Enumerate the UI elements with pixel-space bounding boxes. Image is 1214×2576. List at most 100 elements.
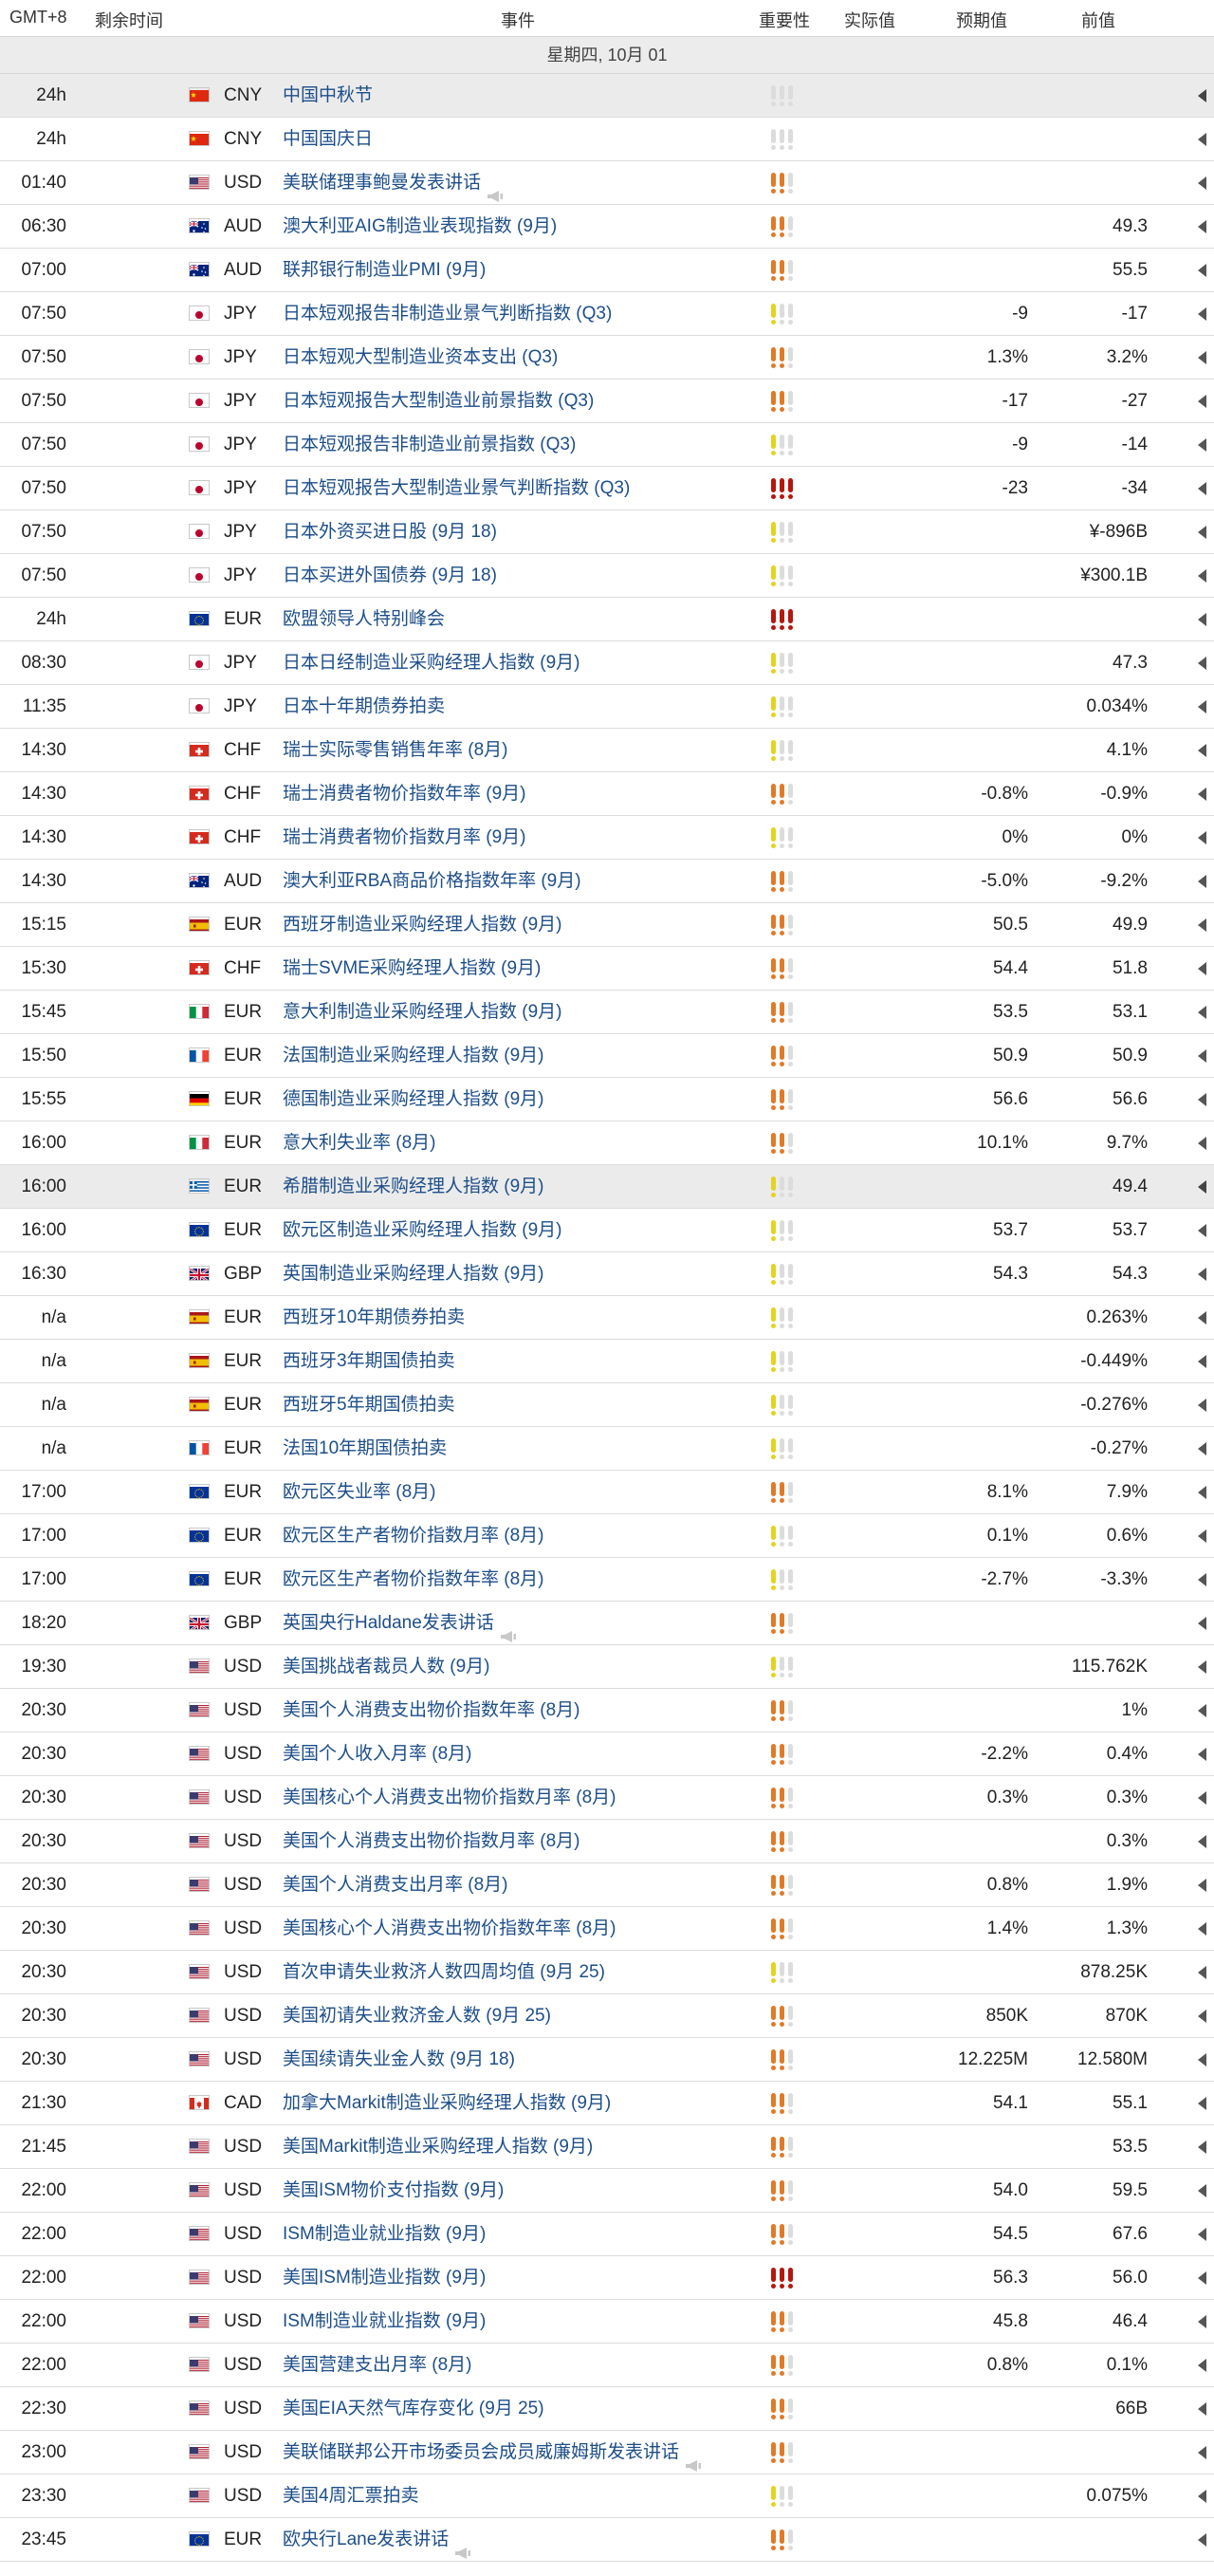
event-name-link[interactable]: ISM制造业就业指数 (9月) xyxy=(283,2300,486,2343)
event-name-link[interactable]: 欧盟领导人特别峰会 xyxy=(283,598,445,640)
event-name-link[interactable]: 意大利制造业采购经理人指数 (9月) xyxy=(283,991,562,1033)
event-name-link[interactable]: 美国个人收入月率 (8月) xyxy=(283,1733,472,1775)
expand-arrow-icon[interactable] xyxy=(1198,2533,1206,2547)
event-name-link[interactable]: 意大利失业率 (8月) xyxy=(283,1121,436,1164)
event-row[interactable]: 16:00EUR欧元区制造业采购经理人指数 (9月)53.753.7 xyxy=(0,1209,1214,1252)
event-name-link[interactable]: 中国国庆日 xyxy=(283,118,373,160)
expand-arrow-icon[interactable] xyxy=(1198,613,1206,626)
event-name-link[interactable]: 美国个人消费支出月率 (8月) xyxy=(283,1863,508,1906)
expand-arrow-icon[interactable] xyxy=(1198,875,1206,888)
event-row[interactable]: n/aEUR西班牙10年期债券拍卖0.263% xyxy=(0,1296,1214,1340)
event-name-link[interactable]: 日本短观报告非制造业景气判断指数 (Q3) xyxy=(283,292,612,335)
event-row[interactable]: 07:50JPY日本外资买进日股 (9月 18)¥-896B xyxy=(0,510,1214,554)
event-row[interactable]: 20:30USD美国个人消费支出月率 (8月)0.8%1.9% xyxy=(0,1863,1214,1907)
event-row[interactable]: 07:50JPY日本短观大型制造业资本支出 (Q3)1.3%3.2% xyxy=(0,336,1214,380)
event-row[interactable]: 22:00USDISM制造业就业指数 (9月)45.846.4 xyxy=(0,2300,1214,2344)
expand-arrow-icon[interactable] xyxy=(1198,1006,1206,1019)
event-name-link[interactable]: 西班牙制造业采购经理人指数 (9月) xyxy=(283,903,562,946)
event-name-link[interactable]: 日本日经制造业采购经理人指数 (9月) xyxy=(283,641,580,684)
event-name-link[interactable]: 加拿大Markit制造业采购经理人指数 (9月) xyxy=(283,2082,611,2124)
event-row[interactable]: 14:30AUD澳大利亚RBA商品价格指数年率 (9月)-5.0%-9.2% xyxy=(0,860,1214,903)
event-row[interactable]: 22:30USD美国EIA天然气库存变化 (9月 25)66B xyxy=(0,2387,1214,2431)
event-name-link[interactable]: 美国ISM制造业指数 (9月) xyxy=(283,2256,486,2299)
event-name-link[interactable]: 欧元区制造业采购经理人指数 (9月) xyxy=(283,1209,562,1251)
event-name-link[interactable]: 瑞士消费者物价指数月率 (9月) xyxy=(283,816,526,859)
event-name-link[interactable]: 日本短观报告非制造业前景指数 (Q3) xyxy=(283,423,576,466)
event-row[interactable]: 07:50JPY日本短观报告非制造业前景指数 (Q3)-9-14 xyxy=(0,423,1214,467)
event-row[interactable]: 17:00EUR欧元区生产者物价指数月率 (8月)0.1%0.6% xyxy=(0,1514,1214,1558)
event-name-link[interactable]: 日本短观大型制造业资本支出 (Q3) xyxy=(283,336,558,379)
expand-arrow-icon[interactable] xyxy=(1198,2010,1206,2023)
event-name-link[interactable]: 日本短观报告大型制造业前景指数 (Q3) xyxy=(283,380,594,422)
event-row[interactable]: 19:30USD美国挑战者裁员人数 (9月)115.762K xyxy=(0,1645,1214,1689)
event-row[interactable]: 20:30USD美国核心个人消费支出物价指数年率 (8月)1.4%1.3% xyxy=(0,1907,1214,1951)
event-row[interactable]: 15:50EUR法国制造业采购经理人指数 (9月)50.950.9 xyxy=(0,1034,1214,1078)
expand-arrow-icon[interactable] xyxy=(1198,657,1206,670)
event-name-link[interactable]: 欧元区失业率 (8月) xyxy=(283,1471,436,1513)
event-row[interactable]: 23:00USD美联储联邦公开市场委员会成员威廉姆斯发表讲话 xyxy=(0,2431,1214,2474)
event-name-link[interactable]: 西班牙10年期债券拍卖 xyxy=(283,1296,465,1339)
event-name-link[interactable]: 美国4周汇票拍卖 xyxy=(283,2474,419,2517)
expand-arrow-icon[interactable] xyxy=(1198,1268,1206,1281)
event-row[interactable]: 22:00USD美国ISM物价支付指数 (9月)54.059.5 xyxy=(0,2169,1214,2213)
expand-arrow-icon[interactable] xyxy=(1198,962,1206,975)
event-name-link[interactable]: 美国个人消费支出物价指数月率 (8月) xyxy=(283,1820,580,1863)
event-name-link[interactable]: 美国Markit制造业采购经理人指数 (9月) xyxy=(283,2125,593,2168)
expand-arrow-icon[interactable] xyxy=(1198,133,1206,146)
expand-arrow-icon[interactable] xyxy=(1198,2402,1206,2416)
event-row[interactable]: 14:30CHF瑞士消费者物价指数月率 (9月)0%0% xyxy=(0,816,1214,860)
expand-arrow-icon[interactable] xyxy=(1198,1966,1206,1979)
event-name-link[interactable]: 日本短观报告大型制造业景气判断指数 (Q3) xyxy=(283,467,630,510)
expand-arrow-icon[interactable] xyxy=(1198,744,1206,757)
expand-arrow-icon[interactable] xyxy=(1198,2053,1206,2066)
event-row[interactable]: 18:20GBP英国央行Haldane发表讲话 xyxy=(0,1602,1214,1645)
event-name-link[interactable]: 美联储理事鲍曼发表讲话 xyxy=(283,161,504,204)
event-row[interactable]: 07:50JPY日本短观报告非制造业景气判断指数 (Q3)-9-17 xyxy=(0,292,1214,336)
expand-arrow-icon[interactable] xyxy=(1198,700,1206,713)
expand-arrow-icon[interactable] xyxy=(1198,482,1206,495)
event-row[interactable]: 15:55EUR德国制造业采购经理人指数 (9月)56.656.6 xyxy=(0,1078,1214,1121)
event-name-link[interactable]: 联邦银行制造业PMI (9月) xyxy=(283,249,486,291)
expand-arrow-icon[interactable] xyxy=(1198,2097,1206,2110)
event-name-link[interactable]: 美联储联邦公开市场委员会成员威廉姆斯发表讲话 xyxy=(283,2431,702,2474)
timezone-selector[interactable]: GMT+8 xyxy=(9,8,67,28)
expand-arrow-icon[interactable] xyxy=(1198,1617,1206,1630)
expand-arrow-icon[interactable] xyxy=(1198,1660,1206,1674)
event-row[interactable]: 07:50JPY日本买进外国债券 (9月 18)¥300.1B xyxy=(0,554,1214,598)
event-name-link[interactable]: 瑞士消费者物价指数年率 (9月) xyxy=(283,772,526,815)
expand-arrow-icon[interactable] xyxy=(1198,2184,1206,2197)
expand-arrow-icon[interactable] xyxy=(1198,1573,1206,1586)
expand-arrow-icon[interactable] xyxy=(1198,1224,1206,1237)
expand-arrow-icon[interactable] xyxy=(1198,176,1206,190)
event-row[interactable]: 21:45USD美国Markit制造业采购经理人指数 (9月)53.5 xyxy=(0,2125,1214,2169)
event-row[interactable]: 20:30USD首次申请失业救济人数四周均值 (9月 25)878.25K xyxy=(0,1951,1214,1994)
expand-arrow-icon[interactable] xyxy=(1198,264,1206,277)
expand-arrow-icon[interactable] xyxy=(1198,2315,1206,2328)
expand-arrow-icon[interactable] xyxy=(1198,2490,1206,2503)
event-row[interactable]: 17:00EUR欧元区生产者物价指数年率 (8月)-2.7%-3.3% xyxy=(0,1558,1214,1602)
event-name-link[interactable]: 首次申请失业救济人数四周均值 (9月 25) xyxy=(283,1951,605,1993)
expand-arrow-icon[interactable] xyxy=(1198,89,1206,102)
event-row[interactable]: 16:30GBP英国制造业采购经理人指数 (9月)54.354.3 xyxy=(0,1252,1214,1296)
event-row[interactable]: 07:50JPY日本短观报告大型制造业景气判断指数 (Q3)-23-34 xyxy=(0,467,1214,510)
event-name-link[interactable]: 澳大利亚RBA商品价格指数年率 (9月) xyxy=(283,860,581,902)
event-name-link[interactable]: 日本外资买进日股 (9月 18) xyxy=(283,510,497,553)
expand-arrow-icon[interactable] xyxy=(1198,2228,1206,2241)
event-name-link[interactable]: 美国初请失业救济金人数 (9月 25) xyxy=(283,1994,551,2037)
event-row[interactable]: 17:00EUR欧元区失业率 (8月)8.1%7.9% xyxy=(0,1471,1214,1514)
event-row[interactable]: 16:00EUR意大利失业率 (8月)10.1%9.7% xyxy=(0,1121,1214,1165)
expand-arrow-icon[interactable] xyxy=(1198,918,1206,932)
event-row[interactable]: 06:30AUD澳大利亚AIG制造业表现指数 (9月)49.3 xyxy=(0,205,1214,249)
expand-arrow-icon[interactable] xyxy=(1198,1093,1206,1106)
event-row[interactable]: 20:30USD美国初请失业救济金人数 (9月 25)850K870K xyxy=(0,1994,1214,2038)
expand-arrow-icon[interactable] xyxy=(1198,1529,1206,1543)
event-row[interactable]: 07:50JPY日本短观报告大型制造业前景指数 (Q3)-17-27 xyxy=(0,380,1214,423)
event-row[interactable]: n/aEUR西班牙5年期国债拍卖-0.276% xyxy=(0,1383,1214,1427)
event-name-link[interactable]: 西班牙5年期国债拍卖 xyxy=(283,1383,455,1426)
event-row[interactable]: 23:30USD美国4周汇票拍卖0.075% xyxy=(0,2474,1214,2518)
event-name-link[interactable]: 美国ISM物价支付指数 (9月) xyxy=(283,2169,504,2212)
expand-arrow-icon[interactable] xyxy=(1198,2271,1206,2285)
event-row[interactable]: 20:30USD美国续请失业金人数 (9月 18)12.225M12.580M xyxy=(0,2038,1214,2082)
event-row[interactable]: 24hCNY中国国庆日 xyxy=(0,118,1214,161)
expand-arrow-icon[interactable] xyxy=(1198,307,1206,321)
